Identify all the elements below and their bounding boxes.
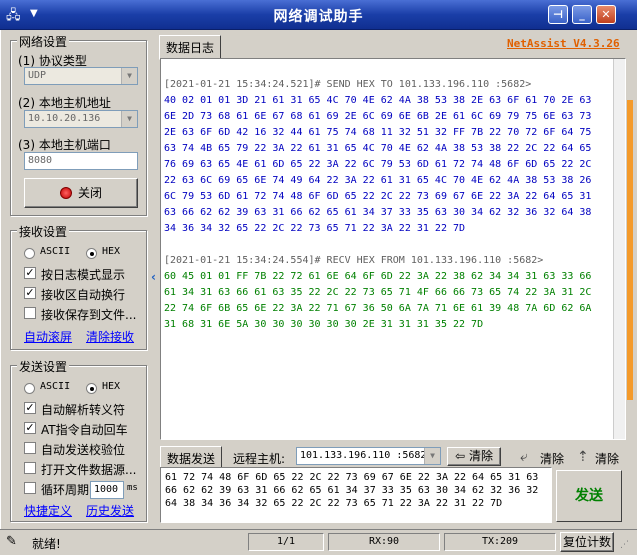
clear-receive-link[interactable]: 清除接收 xyxy=(86,328,134,345)
at-command-checkbox[interactable]: ✓ xyxy=(24,422,36,434)
protocol-value: UDP xyxy=(28,70,47,81)
log-hex-line: 6E 2D 73 68 61 6E 67 68 61 69 2E 6C 69 6… xyxy=(164,111,592,122)
undo-arrow-icon[interactable]: ⤶ xyxy=(520,449,528,465)
history-link[interactable]: 历史发送 xyxy=(86,502,134,519)
log-hex-line: 22 63 6C 69 65 6E 74 49 64 22 3A 22 61 3… xyxy=(164,175,592,186)
log-hex-line: 34 36 34 32 65 22 2C 22 73 65 71 22 3A 2… xyxy=(164,223,466,234)
cycle-unit: ms xyxy=(127,483,138,493)
log-hex-line: 2E 63 6F 6D 42 16 32 44 61 75 74 68 11 3… xyxy=(164,127,592,138)
send-ascii-radio[interactable] xyxy=(24,383,35,394)
receive-ascii-radio[interactable] xyxy=(24,248,35,259)
up-arrow-icon[interactable]: ⇡ xyxy=(577,449,589,465)
send-ascii-label: ASCII xyxy=(40,381,71,392)
brand-link[interactable]: NetAssist V4.3.26 xyxy=(507,37,620,50)
log-entry-header: [2021-01-21 15:34:24.521]# SEND HEX TO 1… xyxy=(164,79,532,90)
log-hex-line: 6C 79 53 6D 61 72 74 48 6F 6D 65 22 2C 2… xyxy=(164,191,592,202)
status-page: 1/1 xyxy=(248,533,324,551)
resize-grip-icon[interactable]: ⋰ xyxy=(620,540,629,550)
tab-data-log[interactable]: 数据日志 xyxy=(159,35,222,60)
status-tx: TX:209 xyxy=(444,533,556,551)
info-icon: ✎ xyxy=(6,534,17,549)
send-input[interactable]: 61 72 74 48 6F 6D 65 22 2C 22 73 69 67 6… xyxy=(160,467,552,523)
cycle-input[interactable]: 1000 xyxy=(90,481,124,499)
log-mode-checkbox[interactable]: ✓ xyxy=(24,267,36,279)
chevron-down-icon[interactable]: ▼ xyxy=(121,68,137,84)
log-hex-line: 40 02 01 01 3D 21 61 31 65 4C 70 4E 62 4… xyxy=(164,95,592,106)
log-scrollbar[interactable] xyxy=(613,59,625,439)
log-hex-line: 22 74 6F 6B 65 6E 22 3A 22 71 67 36 50 6… xyxy=(164,303,592,314)
receive-hex-label: HEX xyxy=(102,246,121,257)
panel-splitter[interactable] xyxy=(627,100,633,400)
port-label: (3) 本地主机端口 xyxy=(18,138,111,152)
chevron-down-icon[interactable]: ▼ xyxy=(121,111,137,127)
log-mode-label: 按日志模式显示 xyxy=(41,268,126,282)
auto-scroll-link[interactable]: 自动滚屏 xyxy=(24,328,72,345)
escape-label: 自动解析转义符 xyxy=(41,403,126,417)
checksum-label: 自动发送校验位 xyxy=(41,443,126,457)
log-content: [2021-01-21 15:34:24.521]# SEND HEX TO 1… xyxy=(164,77,611,333)
save-to-file-label: 接收保存到文件... xyxy=(41,308,137,322)
file-source-checkbox[interactable] xyxy=(24,462,36,474)
log-hex-line: 63 66 62 62 39 63 31 66 62 65 61 34 37 3… xyxy=(164,207,592,218)
receive-hex-radio[interactable] xyxy=(86,248,97,259)
status-rx: RX:90 xyxy=(328,533,440,551)
clear-remote-button[interactable]: ⇦ 清除 xyxy=(447,447,501,466)
window-title: 网络调试助手 xyxy=(273,9,364,25)
cycle-checkbox[interactable] xyxy=(24,482,36,494)
receive-ascii-label: ASCII xyxy=(40,246,71,257)
port-input[interactable]: 8080 xyxy=(24,152,138,170)
log-hex-line: 31 68 31 6E 5A 30 30 30 30 30 30 2E 31 3… xyxy=(164,319,484,330)
receive-settings-title: 接收设置 xyxy=(17,223,70,240)
auto-wrap-label: 接收区自动换行 xyxy=(41,288,126,302)
escape-checkbox[interactable]: ✓ xyxy=(24,402,36,414)
log-hex-line: 63 74 4B 65 79 22 3A 22 61 31 65 4C 70 4… xyxy=(164,143,592,154)
close-connection-button[interactable]: 关闭 xyxy=(24,178,138,208)
pin-button[interactable]: ⊣ xyxy=(548,5,568,24)
auto-wrap-checkbox[interactable]: ✓ xyxy=(24,287,36,299)
remote-host-value: 101.133.196.110 :5682 xyxy=(300,450,427,461)
reset-count-button[interactable]: 复位计数 xyxy=(560,532,614,552)
status-bar: ✎ 就绪! 1/1 RX:90 TX:209 复位计数 ⋰ xyxy=(0,529,637,555)
send-hex-label: HEX xyxy=(102,381,121,392)
file-source-label: 打开文件数据源... xyxy=(41,463,137,477)
remote-host-select[interactable]: 101.133.196.110 :5682 ▼ xyxy=(296,447,441,465)
log-hex-line: 76 69 63 65 4E 61 6D 65 22 3A 22 6C 79 5… xyxy=(164,159,592,170)
send-hex-radio[interactable] xyxy=(86,383,97,394)
host-select[interactable]: 10.10.20.136 ▼ xyxy=(24,110,138,128)
checksum-checkbox[interactable] xyxy=(24,442,36,454)
log-entry-header: [2021-01-21 15:34:24.554]# RECV HEX FROM… xyxy=(164,255,544,266)
log-hex-line: 61 34 31 63 66 61 63 35 22 2C 22 73 65 7… xyxy=(164,287,592,298)
remote-host-label: 远程主机: xyxy=(233,452,286,466)
chevron-down-icon[interactable]: ▼ xyxy=(424,448,440,464)
status-led-icon xyxy=(59,187,72,199)
at-command-label: AT指令自动回车 xyxy=(41,423,128,437)
send-button[interactable]: 发送 xyxy=(556,470,622,522)
network-settings-title: 网络设置 xyxy=(17,33,70,50)
send-settings-title: 发送设置 xyxy=(17,358,70,375)
arrow-left-icon: ⇦ xyxy=(455,449,466,463)
save-to-file-checkbox[interactable] xyxy=(24,307,36,319)
clear-button-3[interactable]: 清除 xyxy=(595,450,619,467)
minimize-button[interactable]: _ xyxy=(572,5,592,24)
log-spacer xyxy=(164,237,611,253)
cycle-label: 循环周期 xyxy=(41,483,90,497)
close-button-label: 关闭 xyxy=(77,186,102,200)
shortcut-link[interactable]: 快捷定义 xyxy=(24,502,72,519)
collapse-panel-icon[interactable]: ‹ xyxy=(151,270,156,284)
title-bar[interactable]: 🖧 ▼ 网络调试助手 ⊣ _ ✕ xyxy=(0,0,637,30)
protocol-select[interactable]: UDP ▼ xyxy=(24,67,138,85)
log-hex-line: 60 45 01 01 FF 7B 22 72 61 6E 64 6F 6D 2… xyxy=(164,271,592,282)
receive-log[interactable]: [2021-01-21 15:34:24.521]# SEND HEX TO 1… xyxy=(160,58,626,440)
host-value: 10.10.20.136 xyxy=(28,113,101,124)
close-window-button[interactable]: ✕ xyxy=(596,5,616,24)
clear-button-2[interactable]: 清除 xyxy=(540,450,564,467)
host-label: (2) 本地主机地址 xyxy=(18,96,111,110)
clear-remote-label: 清除 xyxy=(468,449,493,463)
status-ready: 就绪! xyxy=(32,537,61,551)
